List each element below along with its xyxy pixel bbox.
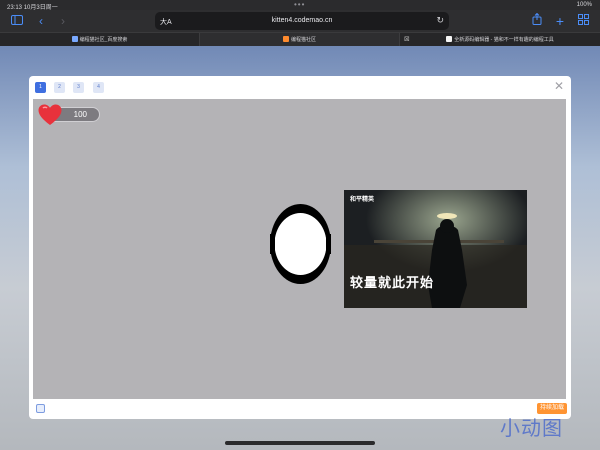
chevron-right-icon[interactable]: › <box>56 12 70 30</box>
grid-toggle-button[interactable] <box>36 404 45 413</box>
sidebar-icon[interactable] <box>8 12 26 30</box>
reload-icon[interactable]: ↻ <box>436 15 444 26</box>
home-indicator[interactable] <box>225 441 375 445</box>
multitask-dots[interactable]: ••• <box>294 0 305 9</box>
tab-baidu[interactable]: 编程猫社区_百度搜索 <box>0 33 200 47</box>
tab-editor[interactable]: ⊠ 全新源码编辑器 - 猫和不一样有趣的编程工具 <box>400 33 600 47</box>
tab-favicon <box>282 36 289 42</box>
heart-icon <box>38 104 62 125</box>
tab-strip: 编程猫社区_百度搜索 编程猫社区 ⊠ 全新源码编辑器 - 猫和不一样有趣的编程工… <box>0 32 600 47</box>
game-stage[interactable]: 100 和平精英 较量就此开始 <box>33 99 566 399</box>
plus-icon[interactable]: + <box>553 12 567 30</box>
page-button-4[interactable]: 4 <box>93 82 104 93</box>
chevron-left-icon[interactable]: ‹ <box>34 12 48 30</box>
share-icon[interactable] <box>530 12 544 30</box>
poster-tagline: 较量就此开始 <box>350 275 435 290</box>
tabs-overview-icon[interactable] <box>576 12 590 30</box>
page-button-2[interactable]: 2 <box>54 82 65 93</box>
page-button-1[interactable]: 1 <box>35 82 46 93</box>
tab-favicon <box>71 36 78 42</box>
battery-level: 100% <box>576 2 592 8</box>
tab-favicon <box>446 36 453 42</box>
close-icon[interactable]: ✕ <box>554 80 564 92</box>
preview-dialog: 1 2 3 4 ✕ 100 和平精英 较量就此开始 持续加载 <box>29 76 571 419</box>
status-bar: 23:13 10月3日周一 ••• 100% <box>0 0 600 11</box>
browser-toolbar: ‹ › 大A kitten4.codemao.cn ↻ + <box>0 10 600 32</box>
health-display: 100 <box>38 104 100 125</box>
poster-logo: 和平精英 <box>350 197 375 203</box>
url-host: kitten4.codemao.cn <box>271 17 333 24</box>
close-icon[interactable]: ⊠ <box>404 33 410 47</box>
page-button-3[interactable]: 3 <box>73 82 84 93</box>
tab-codemao-community[interactable]: 编程猫社区 <box>200 33 400 47</box>
black-ring-sprite <box>270 204 331 284</box>
address-bar[interactable]: 大A kitten4.codemao.cn ↻ <box>155 12 449 30</box>
game-poster-image: 和平精英 较量就此开始 <box>344 190 527 308</box>
watermark-text: 小动图 <box>500 416 563 440</box>
